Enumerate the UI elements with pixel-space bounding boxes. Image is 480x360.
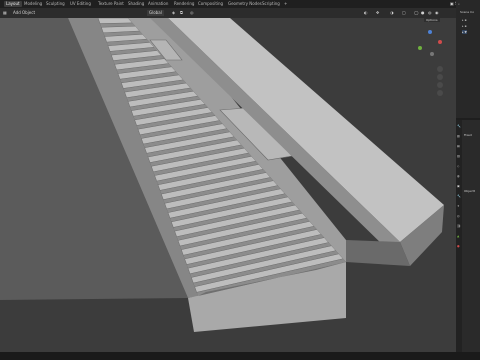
workspace-tab[interactable]: Animation (146, 1, 170, 7)
shading-material-icon[interactable]: ◍ (428, 10, 432, 16)
render-tab-icon[interactable]: ▨ (457, 134, 460, 138)
workspace-tab[interactable]: Layout (4, 1, 22, 7)
world-tab-icon[interactable]: ◍ (457, 174, 460, 178)
pan-hand-icon[interactable] (437, 74, 443, 80)
navigation-gizmo[interactable] (414, 30, 446, 62)
outliner[interactable]: ⌕ Scene Co ▸ ▪ ▸ ▪ ▸ ▼ (456, 0, 480, 118)
output-tab-icon[interactable]: ▤ (457, 144, 460, 148)
camera-item[interactable]: ▸ ▪ (462, 24, 467, 28)
workspace-tab[interactable]: Geometry Nodes (226, 1, 264, 7)
workspace-tab[interactable]: Scripting (260, 1, 282, 7)
scene-tab-icon[interactable]: ◇ (457, 164, 459, 168)
beam-underside (346, 240, 410, 266)
camera-view-icon[interactable] (437, 82, 443, 88)
perspective-toggle-icon[interactable] (437, 90, 443, 96)
snap-icon[interactable]: ⧉ (180, 10, 183, 16)
shading-wireframe-icon[interactable]: ◯ (414, 10, 418, 16)
shading-solid-icon[interactable]: ● (421, 10, 425, 16)
outliner-search-icon[interactable]: ⌕ (458, 2, 460, 6)
proportional-edit-icon[interactable]: ◎ (190, 10, 194, 16)
overlay-icon[interactable]: ◑ (390, 10, 394, 16)
y-axis-dot[interactable] (418, 46, 422, 50)
zoom-icon[interactable] (437, 66, 443, 72)
pivot-icon[interactable]: ◈ (172, 10, 175, 16)
object-menu[interactable]: Object (22, 10, 35, 16)
editor-type-icon[interactable]: ▦ (3, 10, 7, 16)
collection-item[interactable]: ▸ ▪ (462, 18, 467, 22)
neg-axis-dot[interactable] (430, 52, 434, 56)
scene-collection-label[interactable]: Scene Co (460, 10, 474, 14)
workspace-tab[interactable]: + (282, 1, 289, 7)
data-tab-icon[interactable]: ▲ (457, 234, 459, 238)
shading-render-icon[interactable]: ◉ (435, 10, 439, 16)
view-layer-tab-icon[interactable]: ▥ (457, 154, 460, 158)
vent-slat (97, 18, 133, 24)
workspace-tab[interactable]: Compositing (196, 1, 225, 7)
properties-tab-strip: 🔧 ▨ ▤ ▥ ◇ ◍ ▣ 🔧 ✦ ◎ ⛓ ▲ ● (456, 120, 462, 352)
object-name-label: Fixed (464, 133, 472, 137)
tool-tab-icon[interactable]: 🔧 (457, 124, 461, 128)
viewport-header: ▦ Add Object Global ◈ ⧉ ◎ ◐ ✥ ◑ ▢ ◯ ● ◍ … (0, 8, 456, 18)
mesh-scene (0, 18, 456, 352)
particles-tab-icon[interactable]: ✦ (457, 204, 460, 208)
visibility-icon[interactable]: ◐ (364, 10, 368, 16)
view-menu-label[interactable]: Add (13, 10, 21, 16)
3d-viewport[interactable]: Options (0, 18, 456, 352)
selected-object-row[interactable]: ▸ ▼ (462, 30, 467, 34)
workspace-tab[interactable]: Texture Paint (96, 1, 126, 7)
top-menu-bar: Layout Modeling Sculpting UV Editing Texture… (0, 0, 480, 8)
transform-orientation-dropdown[interactable]: Global (147, 10, 164, 16)
z-axis-dot[interactable] (428, 30, 432, 34)
gizmo-toggle-icon[interactable]: ✥ (376, 10, 379, 16)
physics-tab-icon[interactable]: ◎ (457, 214, 460, 218)
workspace-tab[interactable]: Modeling (22, 1, 44, 7)
object-tab-icon[interactable]: ▣ (457, 184, 460, 188)
options-dropdown[interactable]: Options (424, 18, 440, 22)
workspace-tab[interactable]: UV Editing (68, 1, 93, 7)
xray-icon[interactable]: ▢ (402, 10, 406, 16)
material-tab-icon[interactable]: ● (457, 244, 460, 248)
properties-section-label: Objectt (464, 189, 475, 193)
constraints-tab-icon[interactable]: ⛓ (457, 224, 461, 228)
status-bar (0, 352, 480, 360)
modifier-tab-icon[interactable]: 🔧 (457, 194, 461, 198)
workspace-tab[interactable]: Shading (126, 1, 146, 7)
workspace-tab[interactable]: Sculpting (44, 1, 67, 7)
x-axis-dot[interactable] (438, 40, 442, 44)
workspace-tab[interactable]: Rendering (172, 1, 196, 7)
